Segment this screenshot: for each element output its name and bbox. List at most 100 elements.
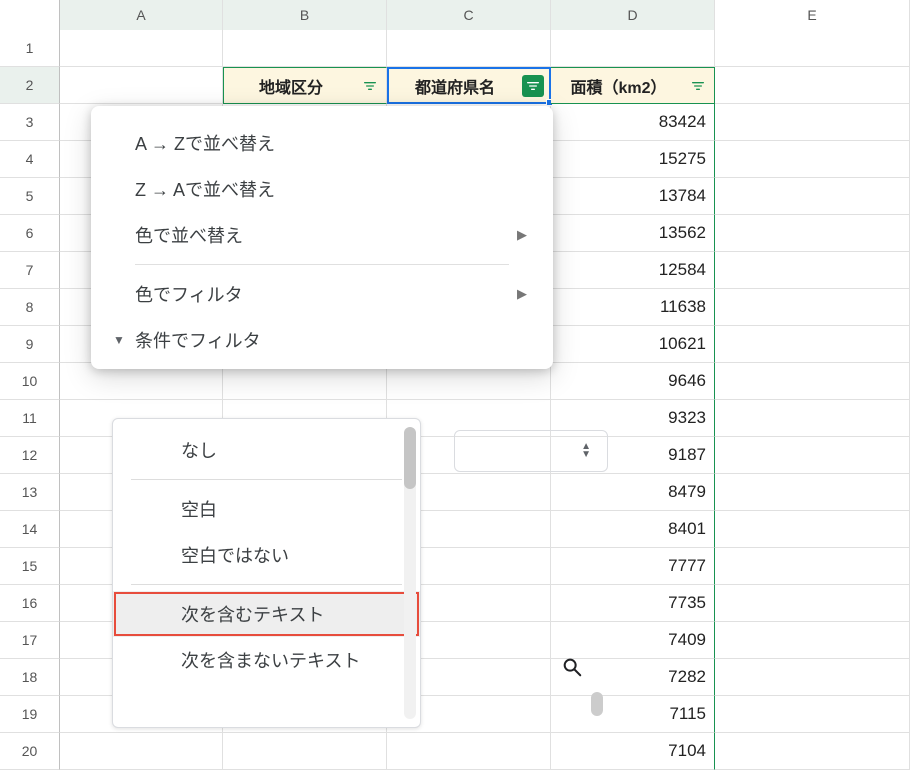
row-header-6[interactable]: 6: [0, 215, 60, 252]
cell-value[interactable]: 7115: [551, 696, 715, 733]
row-header-2[interactable]: 2: [0, 67, 60, 104]
chevron-right-icon: ▶: [517, 286, 527, 302]
cell-value[interactable]: 13784: [551, 178, 715, 215]
cell[interactable]: [715, 733, 910, 770]
cell[interactable]: [60, 733, 223, 770]
col-header-C[interactable]: C: [387, 0, 551, 30]
sort-by-color[interactable]: 色で並べ替え ▶: [91, 212, 553, 258]
cell-value[interactable]: 8479: [551, 474, 715, 511]
row-header-20[interactable]: 20: [0, 733, 60, 770]
cell[interactable]: [715, 622, 910, 659]
col-header-B[interactable]: B: [223, 0, 387, 30]
cell-value[interactable]: 12584: [551, 252, 715, 289]
filter-icon[interactable]: [359, 75, 381, 97]
row-header-16[interactable]: 16: [0, 585, 60, 622]
cell[interactable]: [715, 474, 910, 511]
header-cell-region[interactable]: 地域区分: [223, 67, 387, 104]
cell-value[interactable]: 83424: [551, 104, 715, 141]
cell[interactable]: [223, 733, 387, 770]
cell[interactable]: [715, 696, 910, 733]
cell[interactable]: [715, 326, 910, 363]
cell[interactable]: [551, 30, 715, 67]
cell[interactable]: [715, 363, 910, 400]
option-none[interactable]: なし: [113, 427, 420, 473]
cell-value[interactable]: 10621: [551, 326, 715, 363]
cell[interactable]: [387, 733, 551, 770]
cell[interactable]: [715, 289, 910, 326]
header-label: 地域区分: [259, 74, 323, 98]
option-blank[interactable]: 空白: [113, 486, 420, 532]
row-header-8[interactable]: 8: [0, 289, 60, 326]
cell-value[interactable]: 7777: [551, 548, 715, 585]
cell[interactable]: [715, 141, 910, 178]
cell-value[interactable]: 7735: [551, 585, 715, 622]
cell-value[interactable]: 11638: [551, 289, 715, 326]
filter-by-color[interactable]: 色でフィルタ ▶: [91, 271, 553, 317]
cell[interactable]: [715, 437, 910, 474]
cell[interactable]: [715, 511, 910, 548]
filter-by-condition[interactable]: ▼ 条件でフィルタ: [91, 317, 553, 363]
row-header-18[interactable]: 18: [0, 659, 60, 696]
sort-az[interactable]: A → Zで並べ替え: [91, 120, 553, 166]
cell[interactable]: [715, 659, 910, 696]
cell[interactable]: [715, 215, 910, 252]
col-header-A[interactable]: A: [60, 0, 223, 30]
condition-option-list: なし 空白 空白ではない 次を含むテキスト 次を含まないテキスト: [112, 418, 421, 728]
option-not-blank[interactable]: 空白ではない: [113, 532, 420, 578]
cell[interactable]: [715, 548, 910, 585]
cell[interactable]: [223, 30, 387, 67]
row-header-13[interactable]: 13: [0, 474, 60, 511]
cell[interactable]: [60, 30, 223, 67]
row-headers: 1 2 3 4 5 6 7 8 9 10 11 12 13 14 15 16 1…: [0, 30, 60, 770]
option-text-contains[interactable]: 次を含むテキスト: [113, 591, 420, 637]
filter-icon[interactable]: [522, 75, 544, 97]
cell[interactable]: [715, 252, 910, 289]
spreadsheet-viewport: A B C D E 1 2 3 4 5 6 7 8 9 10 11 12 13 …: [0, 0, 911, 742]
row-header-17[interactable]: 17: [0, 622, 60, 659]
condition-select[interactable]: ▲▼: [454, 430, 608, 472]
col-header-D[interactable]: D: [551, 0, 715, 30]
filter-dropdown: A → Zで並べ替え Z → Aで並べ替え 色で並べ替え ▶ 色でフィルタ ▶ …: [91, 106, 553, 369]
header-cell-area[interactable]: 面積（km2）: [551, 67, 715, 104]
header-label: 面積（km2）: [570, 74, 666, 98]
row-header-11[interactable]: 11: [0, 400, 60, 437]
option-text-not-contains[interactable]: 次を含まないテキスト: [113, 637, 420, 683]
cell-value[interactable]: 7104: [551, 733, 715, 770]
cell[interactable]: [387, 30, 551, 67]
cell[interactable]: [60, 67, 223, 104]
cell[interactable]: [715, 67, 910, 104]
cell-value[interactable]: 8401: [551, 511, 715, 548]
row-header-19[interactable]: 19: [0, 696, 60, 733]
row-header-9[interactable]: 9: [0, 326, 60, 363]
cell[interactable]: [715, 400, 910, 437]
row-header-12[interactable]: 12: [0, 437, 60, 474]
select-all-corner[interactable]: [0, 0, 60, 30]
row-header-5[interactable]: 5: [0, 178, 60, 215]
filter-icon[interactable]: [687, 75, 709, 97]
menu-label: A → Zで並べ替え: [135, 130, 275, 156]
search-button[interactable]: [545, 646, 599, 688]
column-headers: A B C D E: [0, 0, 910, 30]
chevron-right-icon: ▶: [517, 227, 527, 243]
sort-za[interactable]: Z → Aで並べ替え: [91, 166, 553, 212]
grid-row: [60, 30, 910, 67]
row-header-4[interactable]: 4: [0, 141, 60, 178]
row-header-10[interactable]: 10: [0, 363, 60, 400]
row-header-1[interactable]: 1: [0, 30, 60, 67]
row-header-7[interactable]: 7: [0, 252, 60, 289]
row-header-14[interactable]: 14: [0, 511, 60, 548]
stepper-icon: ▲▼: [581, 443, 591, 459]
col-header-E[interactable]: E: [715, 0, 910, 30]
cell[interactable]: [715, 30, 910, 67]
cell-value[interactable]: 9646: [551, 363, 715, 400]
row-header-3[interactable]: 3: [0, 104, 60, 141]
cell[interactable]: [715, 178, 910, 215]
scrollbar-thumb[interactable]: [404, 427, 416, 489]
cell-value[interactable]: 13562: [551, 215, 715, 252]
row-header-15[interactable]: 15: [0, 548, 60, 585]
cell[interactable]: [715, 104, 910, 141]
header-cell-prefecture[interactable]: 都道府県名: [387, 67, 551, 104]
cell-value[interactable]: 15275: [551, 141, 715, 178]
menu-label: 条件でフィルタ: [135, 327, 261, 353]
cell[interactable]: [715, 585, 910, 622]
